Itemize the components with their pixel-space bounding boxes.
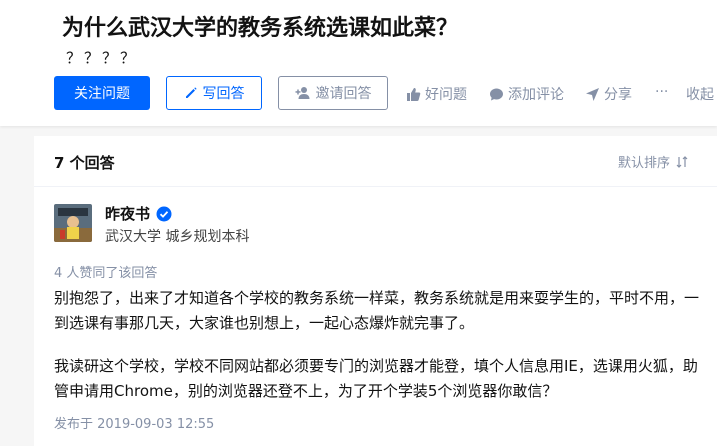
share-label: 分享 [604, 87, 632, 103]
add-comment-label: 添加评论 [508, 87, 564, 103]
collapse-button[interactable]: 收起 [686, 84, 714, 104]
author-bio: 武汉大学 城乡规划本科 [105, 229, 250, 245]
write-answer-button[interactable]: 写回答 [166, 76, 262, 110]
question-title: 为什么武汉大学的教务系统选课如此菜？ [62, 16, 459, 41]
follow-question-label: 关注问题 [74, 86, 130, 102]
sort-icon [676, 155, 688, 168]
thumbs-up-icon [406, 87, 421, 102]
answer-paragraph: 我读研这个学校，学校不同网站都必须要专门的浏览器才能登，填个人信息用IE，选课用… [54, 357, 698, 400]
paper-plane-icon [585, 87, 600, 102]
more-button[interactable]: ··· [655, 84, 668, 100]
invite-answer-label: 邀请回答 [315, 86, 372, 102]
sort-dropdown[interactable]: 默认排序 [618, 152, 688, 171]
pencil-icon [184, 86, 198, 100]
write-answer-label: 写回答 [202, 86, 245, 102]
author-name[interactable]: 昨夜书 [105, 203, 172, 224]
add-comment-button[interactable]: 添加评论 [489, 84, 564, 104]
answer-content: 别抱怨了，出来了才知道各个学校的教务系统一样菜，教务系统就是用来耍学生的，平时不… [54, 286, 704, 422]
vote-count: 4 人赞同了该回答 [54, 266, 158, 281]
good-question-button[interactable]: 好问题 [406, 84, 467, 104]
more-icon: ··· [655, 84, 669, 100]
answer-paragraph: 别抱怨了，出来了才知道各个学校的教务系统一样菜，教务系统就是用来耍学生的，平时不… [54, 289, 700, 332]
author-name-text: 昨夜书 [105, 205, 151, 223]
sort-label: 默认排序 [618, 156, 671, 171]
avatar[interactable] [54, 204, 92, 242]
verified-badge-icon [156, 206, 172, 222]
collapse-label: 收起 [686, 87, 714, 103]
invite-answer-button[interactable]: 邀请回答 [278, 76, 388, 110]
add-user-icon [295, 86, 311, 100]
question-detail: ？？？？ [66, 49, 139, 67]
answers-card: 7 个回答 默认排序 昨夜书 武汉大学 城乡规划本科 4 人赞同了该回答 别抱怨… [34, 136, 717, 446]
share-button[interactable]: 分享 [585, 84, 632, 104]
header-divider [34, 186, 717, 187]
question-header: 为什么武汉大学的教务系统选课如此菜？ ？？？？ 关注问题 写回答 邀请回答 好问… [0, 0, 717, 126]
good-question-label: 好问题 [425, 87, 467, 103]
publish-time[interactable]: 发布于 2019-09-03 12:55 [54, 413, 214, 432]
follow-question-button[interactable]: 关注问题 [54, 76, 150, 110]
comment-icon [489, 87, 504, 102]
answers-count: 7 个回答 [54, 154, 115, 172]
